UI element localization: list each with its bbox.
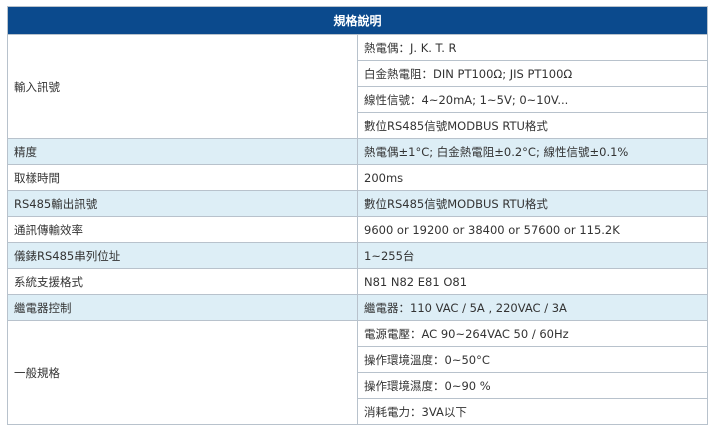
spec-value: 線性信號：4~20mA; 1~5V; 0~10V... <box>357 86 708 113</box>
table-header: 規格說明 <box>7 6 708 35</box>
spec-value: 電源電壓：AC 90~264VAC 50 / 60Hz <box>357 320 708 347</box>
table-row: 一般規格 電源電壓：AC 90~264VAC 50 / 60Hz <box>7 320 708 425</box>
spec-value: 熱電偶：J. K. T. R <box>357 34 708 61</box>
spec-label: 繼電器控制 <box>7 294 358 321</box>
table-row: 通訊傳輸效率 9600 or 19200 or 38400 or 57600 or… <box>7 216 708 243</box>
table-body: 輸入訊號 熱電偶：J. K. T. R 白金熱電阻：DIN PT100Ω; JIS … <box>7 34 708 425</box>
spec-value: 數位RS485信號MODBUS RTU格式 <box>357 190 708 217</box>
spec-label: 取樣時間 <box>7 164 358 191</box>
table-row: 取樣時間 200ms <box>7 164 708 191</box>
table-row: RS485輸出訊號 數位RS485信號MODBUS RTU格式 <box>7 190 708 217</box>
spec-value: 白金熱電阻：DIN PT100Ω; JIS PT100Ω <box>357 60 708 87</box>
spec-table: 規格說明 輸入訊號 熱電偶：J. K. T. R 白金熱電阻：DIN PT100Ω;… <box>7 6 708 425</box>
table-row: 輸入訊號 熱電偶：J. K. T. R <box>7 34 708 139</box>
spec-value: 操作環境溫度：0~50°C <box>357 346 708 373</box>
spec-value: 數位RS485信號MODBUS RTU格式 <box>357 112 708 139</box>
spec-label: 輸入訊號 <box>7 34 358 139</box>
spec-value: 9600 or 19200 or 38400 or 57600 or 115.2… <box>357 216 708 243</box>
spec-value: N81 N82 E81 O81 <box>357 268 708 295</box>
spec-label: 通訊傳輸效率 <box>7 216 358 243</box>
table-header-row: 規格說明 <box>7 6 708 35</box>
table-row: 精度 熱電偶±1°C; 白金熱電阻±0.2°C; 線性信號±0.1% <box>7 138 708 165</box>
table-row: 系統支援格式 N81 N82 E81 O81 <box>7 268 708 295</box>
spec-label: 儀錶RS485串列位址 <box>7 242 358 269</box>
spec-label: RS485輸出訊號 <box>7 190 358 217</box>
spec-value: 200ms <box>357 164 708 191</box>
spec-label: 一般規格 <box>7 320 358 425</box>
spec-value: 消耗電力：3VA以下 <box>357 398 708 425</box>
spec-value: 熱電偶±1°C; 白金熱電阻±0.2°C; 線性信號±0.1% <box>357 138 708 165</box>
spec-value: 1~255台 <box>357 242 708 269</box>
spec-label: 系統支援格式 <box>7 268 358 295</box>
spec-value: 繼電器：110 VAC / 5A , 220VAC / 3A <box>357 294 708 321</box>
table-row: 繼電器控制 繼電器：110 VAC / 5A , 220VAC / 3A <box>7 294 708 321</box>
spec-value: 操作環境濕度：0~90 % <box>357 372 708 399</box>
table-row: 儀錶RS485串列位址 1~255台 <box>7 242 708 269</box>
spec-label: 精度 <box>7 138 358 165</box>
